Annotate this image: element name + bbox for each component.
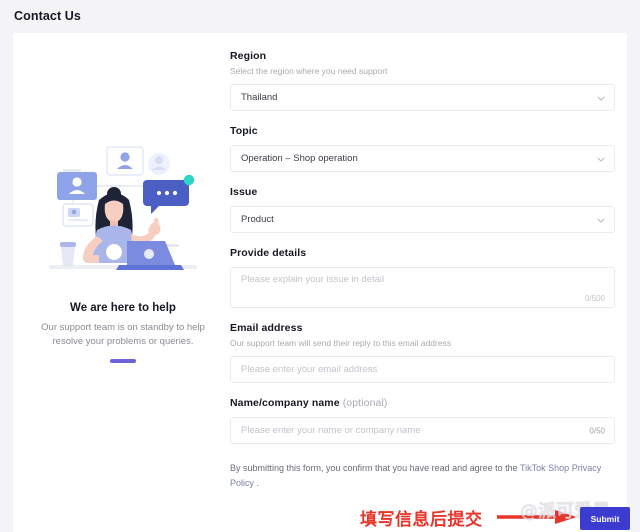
consent-sentence: By submitting this form, you confirm tha… xyxy=(230,463,520,473)
promo-accent-bar xyxy=(110,359,136,363)
annotation-instruction: 填写信息后提交 xyxy=(360,505,483,530)
field-email: Email address Our support team will send… xyxy=(230,322,615,383)
name-placeholder: Please enter your name or company name xyxy=(241,418,421,443)
email-placeholder: Please enter your email address xyxy=(241,357,377,382)
email-input[interactable]: Please enter your email address xyxy=(230,356,615,383)
region-select[interactable]: Thailand xyxy=(230,84,615,111)
page-header: Contact Us xyxy=(0,0,640,33)
details-textarea[interactable]: Please explain your issue in detail 0/50… xyxy=(230,267,615,308)
submit-button[interactable]: Submit xyxy=(580,507,630,530)
topic-label: Topic xyxy=(230,125,615,137)
contact-us-page: Contact Us xyxy=(0,0,640,532)
name-counter: 0/50 xyxy=(589,426,605,435)
field-region: Region Select the region where you need … xyxy=(230,50,615,111)
details-label: Provide details xyxy=(230,247,615,259)
region-value: Thailand xyxy=(241,85,277,110)
field-topic: Topic Operation – Shop operation xyxy=(230,125,615,172)
chevron-down-icon xyxy=(596,215,605,224)
region-label: Region xyxy=(230,50,615,62)
contact-form-card: We are here to help Our support team is … xyxy=(13,33,627,532)
field-issue: Issue Product xyxy=(230,186,615,233)
topic-select[interactable]: Operation – Shop operation xyxy=(230,145,615,172)
support-request-form: Region Select the region where you need … xyxy=(230,50,615,491)
issue-select[interactable]: Product xyxy=(230,206,615,233)
chevron-down-icon xyxy=(596,93,605,102)
name-optional-tag: (optional) xyxy=(343,397,388,409)
field-details: Provide details Please explain your issu… xyxy=(230,247,615,308)
email-hint: Our support team will send their reply t… xyxy=(230,338,615,348)
promo-heading: We are here to help xyxy=(13,302,233,314)
name-input[interactable]: Please enter your name or company name 0… xyxy=(230,417,615,444)
name-label: Name/company name (optional) xyxy=(230,397,615,409)
email-label: Email address xyxy=(230,322,615,334)
issue-value: Product xyxy=(241,207,274,232)
issue-label: Issue xyxy=(230,186,615,198)
consent-text: By submitting this form, you confirm tha… xyxy=(230,461,615,491)
chevron-down-icon xyxy=(596,154,605,163)
topic-value: Operation – Shop operation xyxy=(241,146,358,171)
consent-trailing: . xyxy=(254,478,259,488)
name-label-text: Name/company name xyxy=(230,397,340,409)
support-agent-illustration xyxy=(35,138,211,284)
promo-subtext: Our support team is on standby to help r… xyxy=(13,321,233,349)
promo-panel: We are here to help Our support team is … xyxy=(13,138,233,363)
field-name: Name/company name (optional) Please ente… xyxy=(230,397,615,444)
region-hint: Select the region where you need support xyxy=(230,66,615,76)
details-placeholder: Please explain your issue in detail xyxy=(241,274,384,285)
page-title: Contact Us xyxy=(14,9,81,23)
details-counter: 0/500 xyxy=(585,294,605,303)
